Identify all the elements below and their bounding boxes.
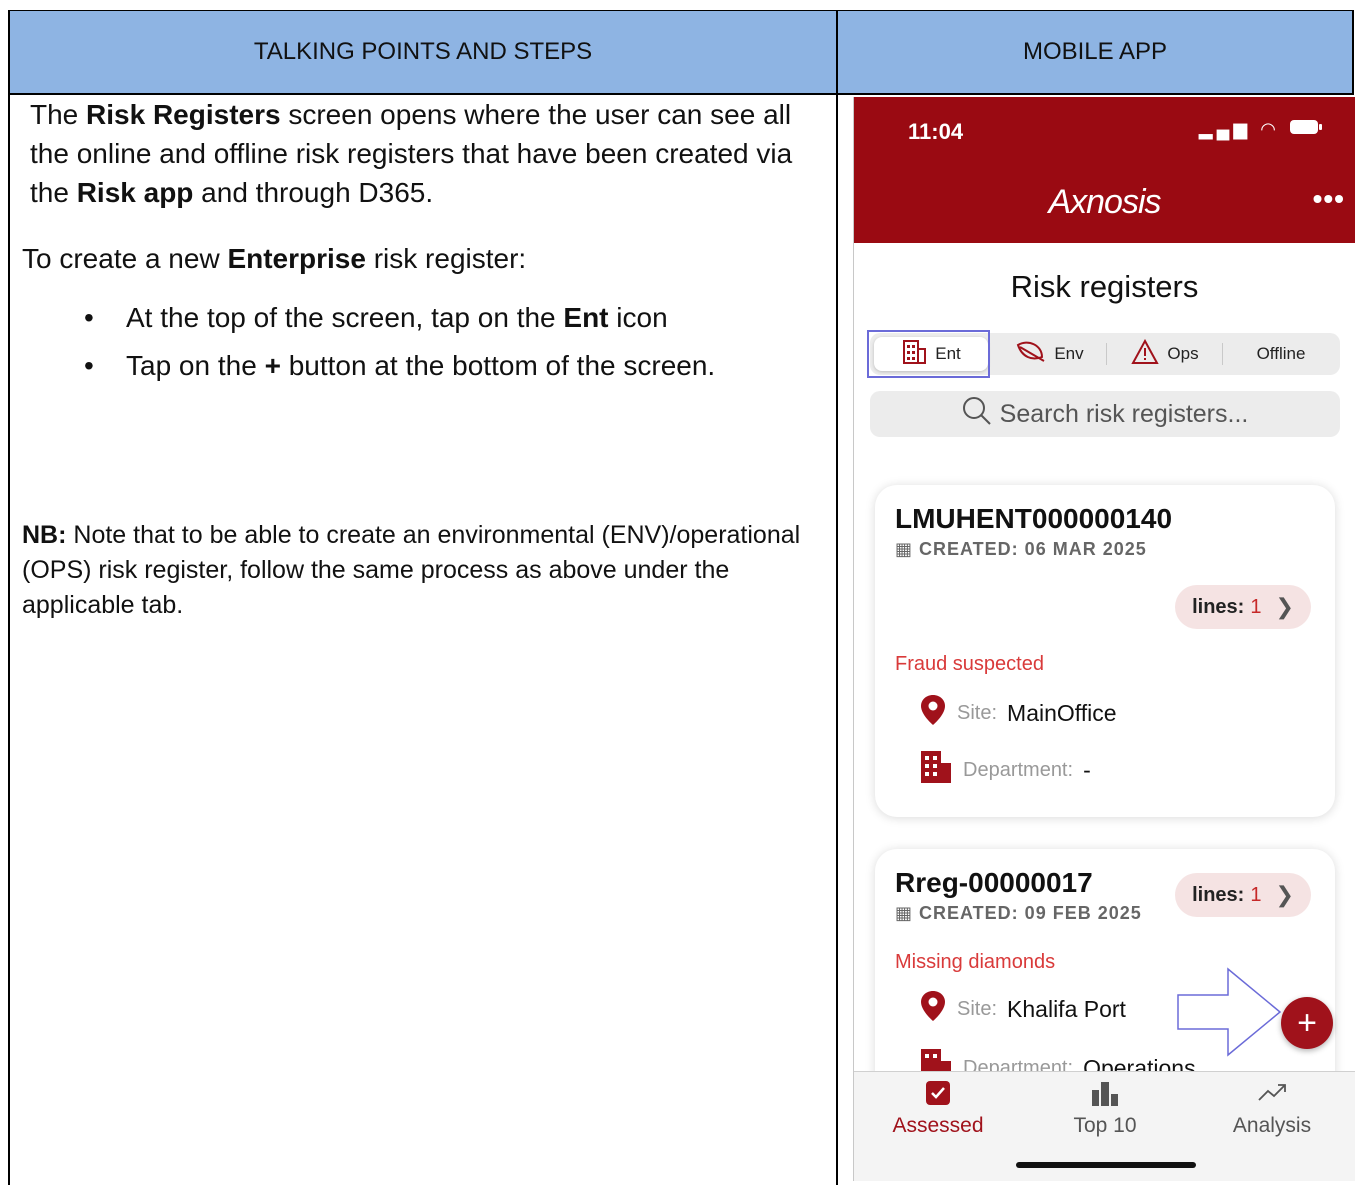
bar-chart-icon	[1025, 1080, 1185, 1110]
battery-icon	[1289, 119, 1323, 139]
created-text: CREATED: 09 FEB 2025	[919, 903, 1142, 923]
step-bullet: At the top of the screen, tap on the Ent…	[22, 294, 812, 342]
step-text: Tap on the	[126, 350, 265, 381]
risk-register-card[interactable]: LMUHENT000000140 ▦ CREATED: 06 MAR 2025 …	[875, 485, 1335, 817]
location-pin-icon	[919, 989, 947, 1029]
wifi-icon: ◠	[1260, 119, 1280, 139]
lines-count: 1	[1250, 883, 1262, 906]
created-date: ▦ CREATED: 06 MAR 2025	[895, 539, 1147, 560]
lines-label: lines:	[1192, 595, 1245, 618]
app-logo: Axnosis	[1048, 183, 1161, 221]
tab-assessed-label: Assessed	[892, 1114, 984, 1137]
calendar-icon: ▦	[895, 903, 920, 923]
location-pin-icon	[919, 693, 947, 733]
chevron-right-icon: ❯	[1275, 594, 1294, 619]
status-icons: ▂▄▆ ◠	[1199, 119, 1323, 140]
register-id: LMUHENT000000140	[895, 503, 1173, 534]
mobile-app-screenshot: 11:04 ▂▄▆ ◠ Axnosis ••• Risk registers E…	[853, 97, 1355, 1181]
add-register-button[interactable]: +	[1281, 997, 1333, 1049]
site-row: Site: MainOffice	[919, 693, 1117, 733]
ent-bold: Ent	[563, 302, 609, 333]
site-row: Site: Khalifa Port	[919, 989, 1126, 1029]
create-text: risk register:	[365, 243, 527, 274]
checkbox-icon	[858, 1080, 1018, 1110]
tab-ops[interactable]: Ops	[1110, 337, 1220, 371]
lines-count: 1	[1250, 595, 1262, 618]
risk-reason: Missing diamonds	[895, 951, 1056, 973]
intro-paragraph: The Risk Registers screen opens where th…	[22, 95, 812, 212]
talking-points-content: The Risk Registers screen opens where th…	[22, 95, 812, 623]
header-talking-points: TALKING POINTS AND STEPS	[10, 11, 836, 93]
site-value: Khalifa Port	[1007, 995, 1126, 1022]
search-placeholder: Search risk registers...	[999, 399, 1249, 428]
risk-app-bold: Risk app	[76, 177, 194, 208]
header-mobile-app: MOBILE APP	[838, 11, 1352, 93]
step-text: button at the bottom of the screen.	[280, 350, 716, 381]
site-value: MainOffice	[1007, 699, 1117, 726]
enterprise-bold: Enterprise	[227, 243, 366, 274]
table-border-right	[1352, 10, 1354, 94]
register-id: Rreg-00000017	[895, 867, 1093, 898]
tab-analysis[interactable]: Analysis	[1192, 1080, 1352, 1138]
lines-label: lines:	[1192, 883, 1245, 906]
intro-text: and through D365.	[193, 177, 434, 208]
chevron-right-icon: ❯	[1275, 882, 1294, 907]
home-indicator	[1016, 1162, 1196, 1168]
created-date: ▦ CREATED: 09 FEB 2025	[895, 903, 1142, 924]
pointer-arrow-icon	[1177, 967, 1282, 1057]
step-text: icon	[608, 302, 668, 333]
create-text: To create a new	[22, 243, 228, 274]
site-label: Site:	[957, 701, 998, 724]
step-text: At the top of the screen, tap on the	[126, 302, 564, 333]
search-input[interactable]: Search risk registers...	[870, 391, 1340, 437]
table-column-divider	[836, 10, 838, 1185]
department-value: -	[1083, 756, 1091, 783]
tab-analysis-label: Analysis	[1232, 1114, 1312, 1137]
nb-note: NB: Note that to be able to create an en…	[22, 518, 812, 623]
warning-icon	[1131, 338, 1160, 370]
tab-assessed[interactable]: Assessed	[858, 1080, 1018, 1138]
ent-highlight-box	[867, 330, 990, 378]
site-label: Site:	[957, 997, 998, 1020]
calendar-icon: ▦	[895, 539, 920, 559]
segment-divider	[1222, 343, 1223, 365]
app-header: 11:04 ▂▄▆ ◠ Axnosis •••	[854, 97, 1355, 243]
created-text: CREATED: 06 MAR 2025	[919, 539, 1147, 559]
tab-env[interactable]: Env	[995, 337, 1105, 371]
plus-bold: +	[264, 350, 281, 381]
steps-list: At the top of the screen, tap on the Ent…	[22, 294, 812, 390]
department-label: Department:	[963, 758, 1074, 781]
leaf-icon	[1016, 341, 1046, 368]
nb-text: Note that to be able to create an enviro…	[22, 521, 801, 619]
nb-label: NB:	[22, 521, 67, 549]
risk-registers-bold: Risk Registers	[86, 99, 281, 130]
tab-offline-label: Offline	[1256, 344, 1306, 363]
intro-text: The	[30, 99, 87, 130]
tab-top-10-label: Top 10	[1073, 1114, 1137, 1137]
plus-icon: +	[1297, 1003, 1317, 1042]
department-row: Department: -	[919, 749, 1091, 791]
trend-line-icon	[1192, 1080, 1352, 1110]
status-time: 11:04	[908, 119, 964, 144]
lines-button[interactable]: lines: 1 ❯	[1175, 585, 1311, 629]
building-icon	[919, 749, 953, 791]
search-icon	[962, 396, 992, 433]
table-border-left	[8, 10, 10, 1185]
segment-divider	[1106, 343, 1107, 365]
lines-button[interactable]: lines: 1 ❯	[1175, 873, 1311, 917]
create-paragraph: To create a new Enterprise risk register…	[22, 239, 812, 278]
tab-offline[interactable]: Offline	[1226, 337, 1336, 371]
page-title: Risk registers	[1010, 269, 1199, 304]
tab-ops-label: Ops	[1167, 344, 1199, 363]
risk-reason: Fraud suspected	[895, 653, 1044, 675]
tab-env-label: Env	[1054, 344, 1084, 363]
step-bullet: Tap on the + button at the bottom of the…	[22, 342, 812, 390]
more-menu-icon[interactable]: •••	[1313, 183, 1345, 215]
tab-top-10[interactable]: Top 10	[1025, 1080, 1185, 1138]
bottom-tab-bar: Assessed Top 10 Analysis	[854, 1071, 1355, 1181]
signal-icon: ▂▄▆	[1198, 119, 1252, 139]
